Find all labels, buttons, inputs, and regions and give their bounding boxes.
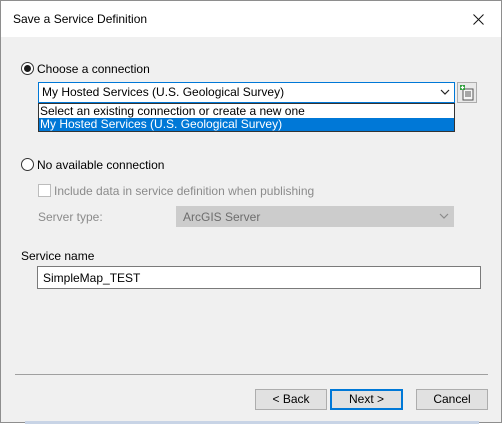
include-data-label: Include data in service definition when … bbox=[54, 184, 315, 198]
no-connection-radio[interactable] bbox=[21, 158, 34, 171]
connection-selected-value: My Hosted Services (U.S. Geological Surv… bbox=[42, 85, 285, 99]
no-connection-label: No available connection bbox=[37, 158, 165, 172]
title-bar: Save a Service Definition bbox=[1, 1, 501, 37]
choose-connection-label: Choose a connection bbox=[37, 62, 150, 76]
back-button[interactable]: < Back bbox=[255, 389, 327, 410]
server-type-value: ArcGIS Server bbox=[183, 210, 261, 224]
connection-dropdown-list: Select an existing connection or create … bbox=[38, 103, 455, 132]
choose-connection-radio[interactable] bbox=[21, 62, 34, 75]
chevron-down-icon bbox=[440, 89, 450, 95]
add-connection-button[interactable] bbox=[457, 82, 477, 103]
service-name-input[interactable]: SimpleMap_TEST bbox=[37, 266, 481, 289]
cancel-button[interactable]: Cancel bbox=[416, 389, 488, 410]
server-type-combobox[interactable]: ArcGIS Server bbox=[176, 206, 454, 227]
chevron-down-icon bbox=[439, 213, 449, 219]
service-name-label: Service name bbox=[21, 249, 95, 263]
include-data-checkbox[interactable] bbox=[38, 184, 51, 197]
add-connection-icon bbox=[460, 85, 474, 101]
dialog-window: Save a Service Definition Choose a conne… bbox=[0, 0, 502, 424]
window-title: Save a Service Definition bbox=[13, 12, 148, 26]
close-icon bbox=[472, 13, 484, 25]
service-name-value: SimpleMap_TEST bbox=[43, 271, 141, 285]
close-button[interactable] bbox=[455, 1, 501, 37]
next-button[interactable]: Next > bbox=[330, 389, 403, 410]
connection-option-selected[interactable]: My Hosted Services (U.S. Geological Surv… bbox=[39, 118, 454, 131]
footer-divider bbox=[15, 374, 488, 375]
server-type-label: Server type: bbox=[38, 210, 103, 224]
connection-combobox[interactable]: My Hosted Services (U.S. Geological Surv… bbox=[38, 82, 455, 103]
